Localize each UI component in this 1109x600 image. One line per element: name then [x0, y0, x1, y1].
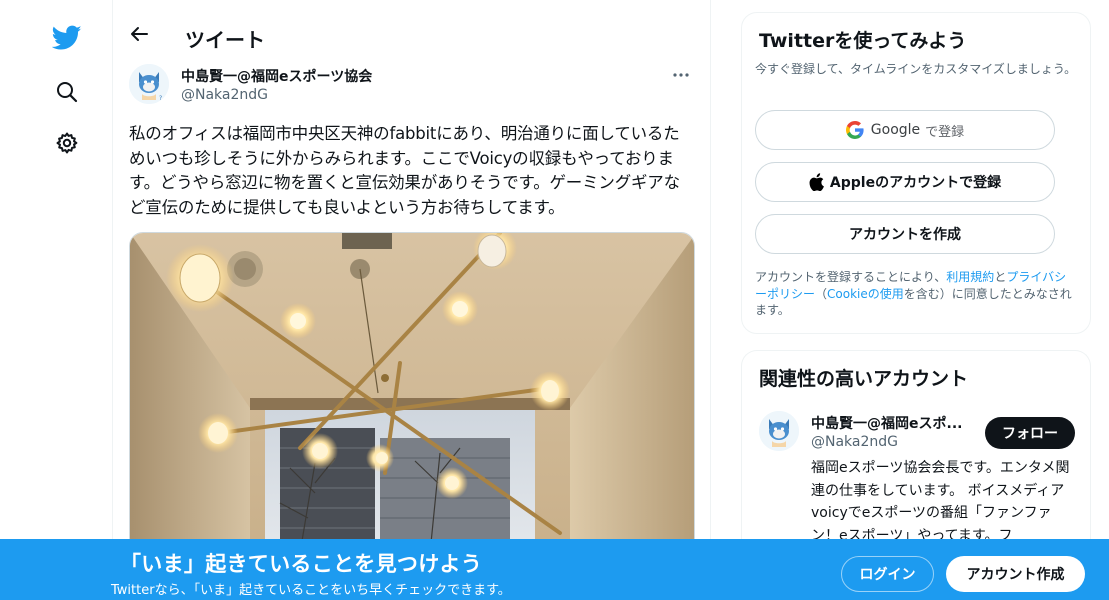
cookie-link[interactable]: Cookieの使用	[827, 287, 904, 301]
tweet-column: ツイート ? 中島賢一@福岡eスポーツ協会 @Naka2ndG 私のオフィスは福…	[112, 0, 711, 600]
search-icon	[57, 82, 78, 103]
tweet-photo[interactable]	[129, 232, 695, 552]
twitter-page: ツイート ? 中島賢一@福岡eスポーツ協会 @Naka2ndG 私のオフィスは福…	[0, 0, 1109, 600]
twitter-home-link[interactable]	[46, 17, 88, 59]
author-name[interactable]: 中島賢一@福岡eスポーツ協会	[181, 66, 372, 86]
signup-button[interactable]: アカウント作成	[946, 556, 1085, 592]
create-account-button[interactable]: アカウントを作成	[755, 214, 1055, 254]
related-account-bio: 福岡eスポーツ協会会長です。エンタメ関連の仕事をしています。 ボイスメディアvo…	[811, 460, 1070, 544]
author-handle[interactable]: @Naka2ndG	[181, 87, 268, 103]
signup-card: Twitterを使ってみよう 今すぐ登録して、タイムラインをカスタマイズしましょ…	[741, 12, 1091, 334]
related-card-title: 関連性の高いアカウント	[759, 368, 969, 390]
avatar[interactable]: ?	[129, 64, 169, 104]
related-account-name[interactable]: 中島賢一@福岡eスポ...	[811, 413, 975, 433]
banner-subtitle: Twitterなら、「いま」起きていることをいち早くチェックできます。	[111, 583, 511, 598]
create-account-label: アカウントを作成	[849, 227, 961, 243]
follow-button[interactable]: フォロー	[985, 417, 1075, 449]
left-nav	[0, 0, 112, 600]
tweet-text: 私のオフィスは福岡市中央区天神のfabbitにあり、明治通りに面しているためいつ…	[129, 124, 680, 217]
google-label: Google	[870, 122, 921, 138]
terms-and: と	[994, 270, 1007, 284]
login-banner: 「いま」起きていることを見つけよう Twitterなら、「いま」起きていることを…	[0, 539, 1109, 600]
google-logo-icon	[845, 121, 864, 139]
terms-link[interactable]: 利用規約	[946, 270, 994, 284]
avatar[interactable]	[759, 411, 799, 451]
signup-card-title: Twitterを使ってみよう	[759, 30, 967, 52]
arrow-left-icon	[131, 27, 148, 41]
page-header: ツイート	[113, 0, 710, 60]
more-button[interactable]	[667, 64, 695, 86]
explore-link[interactable]	[46, 71, 88, 113]
settings-link[interactable]	[46, 122, 88, 164]
apple-logo-icon	[809, 173, 824, 191]
banner-title: 「いま」起きていることを見つけよう	[120, 552, 483, 576]
related-account-handle[interactable]: @Naka2ndG	[811, 434, 898, 450]
more-horizontal-icon	[673, 73, 689, 77]
svg-text:?: ?	[159, 95, 162, 102]
back-button[interactable]	[125, 20, 153, 48]
apple-signup-button[interactable]: Appleのアカウントで登録	[755, 162, 1055, 202]
apple-label: Appleのアカウントで登録	[829, 175, 1002, 191]
terms-text: アカウントを登録することにより、利用規約とプライバシーポリシー（Cookieの使…	[755, 269, 1075, 319]
login-button[interactable]: ログイン	[841, 556, 934, 592]
google-suffix: で登録	[925, 124, 965, 140]
cookie-open: （	[815, 286, 828, 301]
terms-prefix: アカウントを登録することにより、	[755, 270, 947, 284]
gear-icon	[56, 132, 78, 154]
google-signup-button[interactable]: Google で登録	[755, 110, 1055, 150]
page-title: ツイート	[185, 28, 265, 52]
photo-office-chandelier	[130, 233, 694, 551]
tweet-header: ? 中島賢一@福岡eスポーツ協会 @Naka2ndG	[129, 64, 695, 112]
signup-card-subtitle: 今すぐ登録して、タイムラインをカスタマイズしましょう。	[755, 62, 1077, 76]
twitter-bird-icon	[52, 25, 82, 50]
